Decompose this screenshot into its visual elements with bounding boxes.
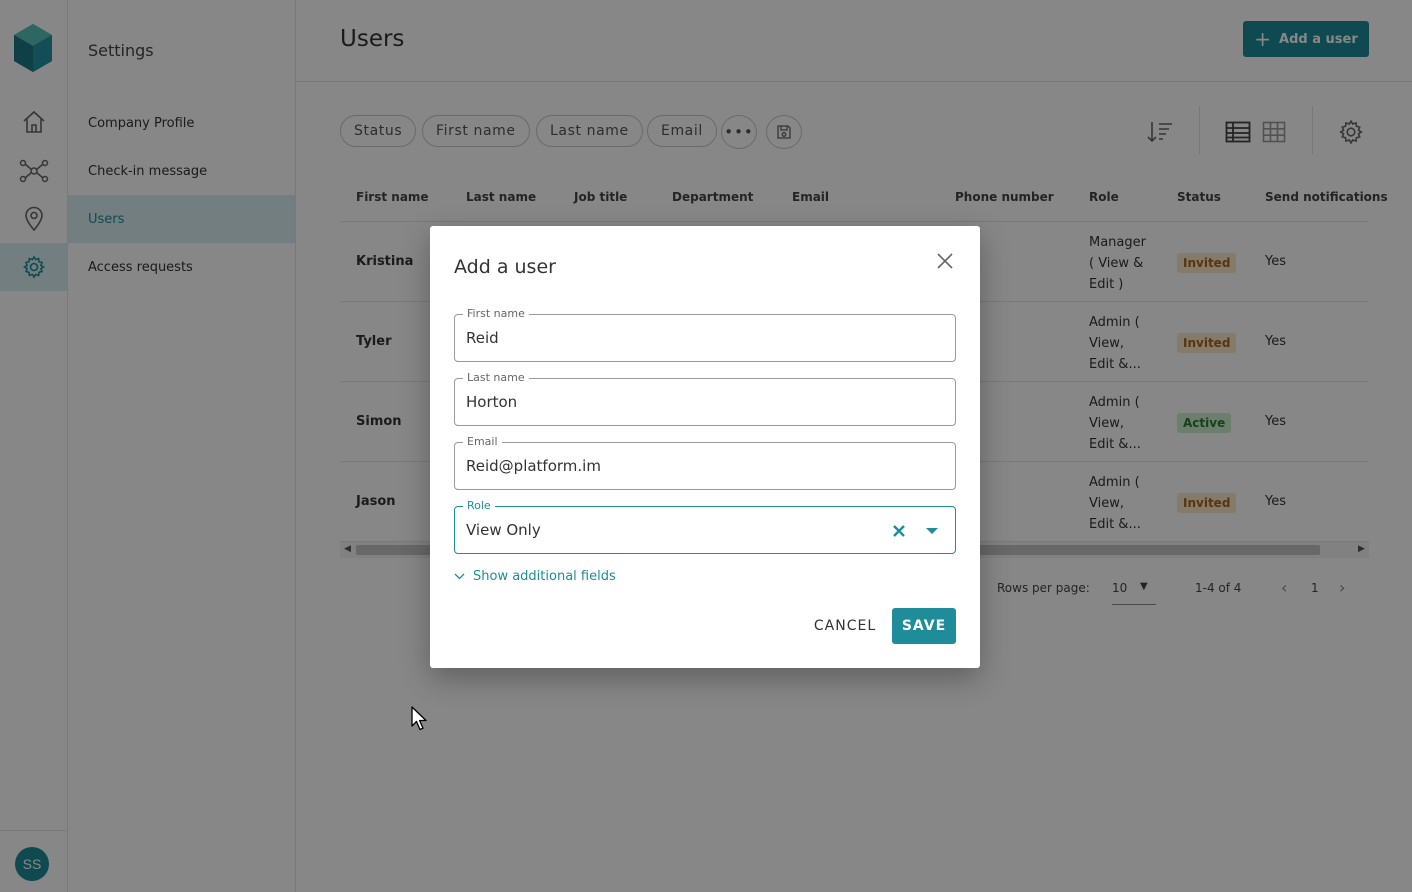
role-select[interactable]: Role View Only	[454, 499, 956, 554]
first-name-field[interactable]: First name Reid	[454, 307, 956, 362]
chevron-down-icon	[454, 573, 465, 580]
clear-icon[interactable]	[891, 523, 907, 539]
show-additional-fields-label: Show additional fields	[473, 569, 616, 584]
last-name-field[interactable]: Last name Horton	[454, 371, 956, 426]
close-icon[interactable]	[935, 251, 955, 271]
mouse-cursor-icon	[411, 706, 427, 731]
cancel-button[interactable]: CANCEL	[810, 608, 880, 644]
dialog-title: Add a user	[454, 256, 556, 278]
chevron-down-icon[interactable]	[925, 527, 939, 535]
role-label: Role	[463, 499, 495, 513]
first-name-value: Reid	[466, 329, 499, 347]
email-value: Reid@platform.im	[466, 457, 601, 475]
show-additional-fields-link[interactable]: Show additional fields	[454, 569, 616, 584]
last-name-label: Last name	[463, 371, 529, 385]
role-value: View Only	[466, 521, 541, 539]
last-name-value: Horton	[466, 393, 518, 411]
first-name-label: First name	[463, 307, 529, 321]
email-label: Email	[463, 435, 502, 449]
add-user-dialog: Add a user First name Reid Last name Hor…	[430, 226, 980, 668]
save-button[interactable]: SAVE	[892, 608, 956, 644]
email-field[interactable]: Email Reid@platform.im	[454, 435, 956, 490]
